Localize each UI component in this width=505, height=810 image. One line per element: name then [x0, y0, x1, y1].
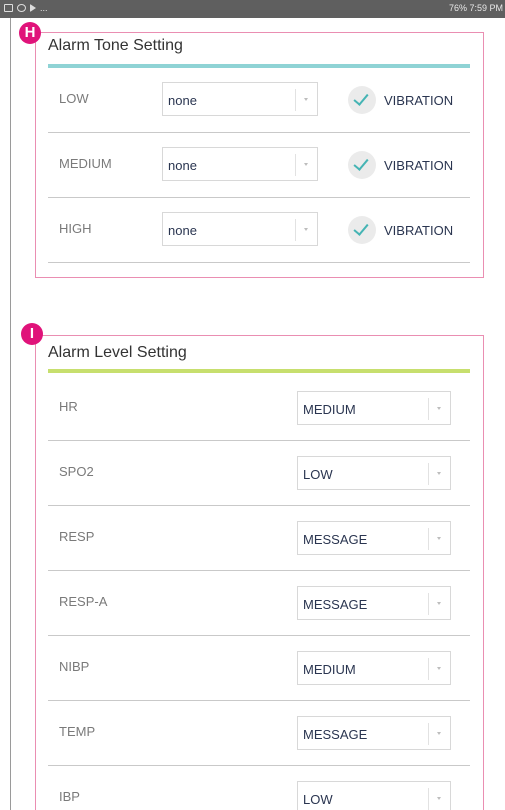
vibration-toggle-medium[interactable]: VIBRATION — [348, 151, 453, 179]
level-row-resp-a: RESP-A MESSAGE — [48, 571, 470, 636]
tone-select-medium[interactable]: none — [162, 147, 318, 181]
vibration-toggle-high[interactable]: VIBRATION — [348, 216, 453, 244]
level-select-value: LOW — [303, 467, 333, 482]
level-row-label: IBP — [59, 789, 80, 804]
level-select-spo2[interactable]: LOW — [297, 456, 451, 490]
check-icon — [348, 151, 376, 179]
level-select-ibp[interactable]: LOW — [297, 781, 451, 810]
check-icon — [348, 86, 376, 114]
tone-row-high: HIGH none VIBRATION — [48, 198, 470, 263]
level-select-value: MESSAGE — [303, 532, 368, 547]
level-select-nibp[interactable]: MEDIUM — [297, 651, 451, 685]
tone-row-label: MEDIUM — [59, 156, 112, 171]
level-select-value: MEDIUM — [303, 662, 356, 677]
tone-select-value: none — [168, 223, 197, 238]
section-badge-i: I — [21, 323, 43, 345]
level-row-temp: TEMP MESSAGE — [48, 701, 470, 766]
chevron-down-icon — [428, 723, 450, 745]
alarm-tone-setting-section: Alarm Tone Setting LOW none VIBRATION ME… — [35, 32, 484, 278]
level-row-hr: HR MEDIUM — [48, 376, 470, 441]
alarm-tone-setting-title: Alarm Tone Setting — [48, 37, 183, 54]
level-select-resp[interactable]: MESSAGE — [297, 521, 451, 555]
level-select-value: MESSAGE — [303, 727, 368, 742]
status-more: ... — [40, 3, 48, 13]
left-edge-divider — [10, 18, 11, 810]
status-bar: ... 76% 7:59 PM — [0, 0, 505, 18]
alarm-level-accent-bar — [48, 369, 470, 373]
chevron-down-icon — [428, 788, 450, 810]
status-bar-right: 76% 7:59 PM — [448, 3, 503, 13]
chevron-down-icon — [295, 154, 317, 176]
level-row-label: RESP — [59, 529, 95, 544]
vibration-label: VIBRATION — [384, 92, 454, 108]
level-select-resp-a[interactable]: MESSAGE — [297, 586, 451, 620]
level-row-spo2: SPO2 LOW — [48, 441, 470, 506]
level-row-label: SPO2 — [59, 464, 94, 479]
tone-select-value: none — [168, 93, 197, 108]
chevron-down-icon — [295, 219, 317, 241]
vibration-toggle-low[interactable]: VIBRATION — [348, 86, 453, 114]
level-select-value: MEDIUM — [303, 402, 356, 417]
level-select-value: LOW — [303, 792, 333, 807]
level-row-label: RESP-A — [59, 594, 108, 609]
alarm-level-setting-title: Alarm Level Setting — [48, 344, 187, 361]
tone-row-medium: MEDIUM none VIBRATION — [48, 133, 470, 198]
tone-select-value: none — [168, 158, 197, 173]
vibration-label: VIBRATION — [384, 157, 454, 173]
chevron-down-icon — [295, 89, 317, 111]
tone-row-label: LOW — [59, 91, 89, 106]
image-icon — [4, 4, 13, 12]
level-row-nibp: NIBP MEDIUM — [48, 636, 470, 701]
play-icon — [30, 4, 36, 12]
chevron-down-icon — [428, 593, 450, 615]
tone-row-low: LOW none VIBRATION — [48, 68, 470, 133]
level-row-resp: RESP MESSAGE — [48, 506, 470, 571]
status-bar-left: ... — [4, 3, 48, 13]
level-row-label: TEMP — [59, 724, 96, 739]
sync-icon — [17, 4, 26, 12]
tone-select-low[interactable]: none — [162, 82, 318, 116]
level-row-label: NIBP — [59, 659, 90, 674]
level-row-label: HR — [59, 399, 78, 414]
level-select-temp[interactable]: MESSAGE — [297, 716, 451, 750]
check-icon — [348, 216, 376, 244]
level-select-value: MESSAGE — [303, 597, 368, 612]
level-select-hr[interactable]: MEDIUM — [297, 391, 451, 425]
chevron-down-icon — [428, 528, 450, 550]
vibration-label: VIBRATION — [384, 222, 454, 238]
level-row-ibp: IBP LOW — [48, 766, 470, 810]
alarm-level-setting-section: Alarm Level Setting HR MEDIUM SPO2 LOW R… — [35, 335, 484, 810]
section-badge-h: H — [19, 22, 41, 44]
chevron-down-icon — [428, 398, 450, 420]
tone-row-label: HIGH — [59, 221, 92, 236]
chevron-down-icon — [428, 463, 450, 485]
chevron-down-icon — [428, 658, 450, 680]
tone-select-high[interactable]: none — [162, 212, 318, 246]
